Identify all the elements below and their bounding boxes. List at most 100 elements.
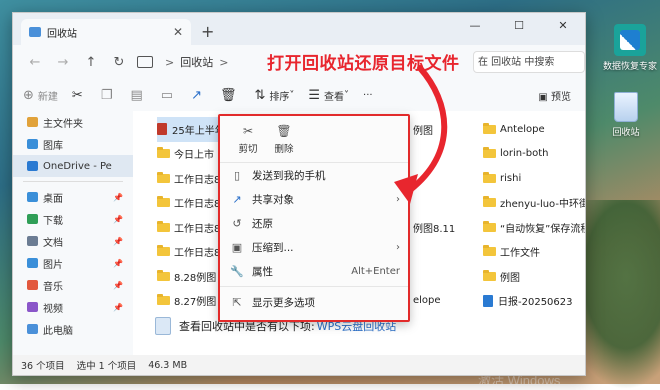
file-name: 例图 xyxy=(500,272,520,284)
restore-icon: ↺ xyxy=(232,216,242,230)
sidebar-item-this-pc[interactable]: 此电脑 xyxy=(13,318,133,340)
sidebar-item-music[interactable]: 音乐 📌 xyxy=(13,274,133,296)
chevron-down-icon: ˅ xyxy=(344,89,350,101)
menu-show-more-options[interactable]: ⇱ 显示更多选项 xyxy=(220,290,408,314)
file-name: 8.27例图 xyxy=(174,297,217,309)
file-item[interactable]: lorin-both xyxy=(483,142,585,167)
item-count: 36 个项目 xyxy=(21,361,65,372)
recycle-bin-icon xyxy=(614,92,638,122)
maximize-button[interactable]: ☐ xyxy=(497,13,541,37)
desktop-icon-data-recovery[interactable]: 数据恢复专家 xyxy=(598,24,660,72)
recycle-bin-icon xyxy=(29,27,41,37)
file-item[interactable]: 例图8.11 xyxy=(413,215,455,240)
new-button[interactable]: ⊕ 新建 xyxy=(23,88,58,103)
divider xyxy=(23,181,123,182)
file-item[interactable]: 工作日志8. xyxy=(157,215,225,240)
sidebar-item-gallery[interactable]: 图库 xyxy=(13,133,133,155)
file-item[interactable] xyxy=(413,240,455,265)
chevron-down-icon: ˅ xyxy=(289,89,295,101)
new-label: 新建 xyxy=(37,91,58,103)
folder-icon xyxy=(157,171,170,183)
preview-button[interactable]: ▣ 预览 xyxy=(538,88,571,103)
copy-button[interactable]: ❐ xyxy=(101,88,117,103)
up-button[interactable]: ↑ xyxy=(77,55,105,70)
tab-recycle-bin[interactable]: 回收站 ✕ xyxy=(21,19,191,45)
file-item[interactable]: 今日上市 xyxy=(157,142,225,167)
paste-button[interactable]: ▤ xyxy=(130,88,146,103)
file-item[interactable]: Antelope xyxy=(483,117,585,142)
menu-properties[interactable]: 🔧 属性 Alt+Enter xyxy=(220,259,408,283)
view-button[interactable]: ☰ 查看 ˅ xyxy=(308,88,349,103)
menu-restore[interactable]: ↺ 还原 xyxy=(220,211,408,235)
status-bar: 36 个项目 选中 1 个项目 46.3 MB xyxy=(13,355,585,375)
close-tab-icon[interactable]: ✕ xyxy=(173,25,183,39)
file-item[interactable] xyxy=(413,142,455,167)
file-item[interactable]: 工作日志8. xyxy=(157,240,225,265)
sidebar-item-label: 下载 xyxy=(43,215,63,227)
close-button[interactable]: ✕ xyxy=(541,13,585,37)
sidebar-item-home[interactable]: 主文件夹 xyxy=(13,111,133,133)
command-bar: ⊕ 新建 ✂ ❐ ▤ ▭ ↗ 🗑 ⇅ 排序 ˅ ☰ 查看 ˅ ··· ▣ 预览 xyxy=(13,79,585,112)
menu-share[interactable]: ↗ 共享对象 › xyxy=(220,187,408,211)
delete-action[interactable]: 🗑 删除 xyxy=(266,116,302,162)
preview-icon: ▣ xyxy=(538,92,551,103)
picture-icon xyxy=(27,258,38,268)
folder-icon xyxy=(157,245,170,257)
file-name: rishi xyxy=(500,172,522,184)
phone-icon: ▯ xyxy=(233,168,241,182)
breadcrumb[interactable]: > 回收站 > xyxy=(137,54,234,70)
sidebar-item-videos[interactable]: 视频 📌 xyxy=(13,296,133,318)
sidebar-item-pictures[interactable]: 图片 📌 xyxy=(13,252,133,274)
computer-icon xyxy=(27,324,38,334)
new-tab-button[interactable]: + xyxy=(201,22,214,41)
file-item[interactable] xyxy=(413,191,455,216)
file-item[interactable]: 日报-20250623 xyxy=(483,289,585,314)
file-item[interactable]: elope xyxy=(413,289,455,314)
sidebar-item-desktop[interactable]: 桌面 📌 xyxy=(13,186,133,208)
sort-button[interactable]: ⇅ 排序 ˅ xyxy=(254,88,294,103)
refresh-button[interactable]: ↻ xyxy=(105,55,133,70)
search-input[interactable]: 在 回收站 中搜索 xyxy=(473,51,585,73)
file-item[interactable]: rishi xyxy=(483,166,585,191)
file-item[interactable] xyxy=(413,166,455,191)
forward-button[interactable]: → xyxy=(49,55,77,70)
folder-icon xyxy=(157,269,170,281)
sidebar-item-onedrive[interactable]: OneDrive - Pe xyxy=(13,155,133,177)
file-name: 工作文件 xyxy=(500,248,540,260)
file-item[interactable]: 工作文件 xyxy=(483,240,585,265)
file-item[interactable]: 工作日志8. xyxy=(157,191,225,216)
file-item[interactable]: 例图 xyxy=(413,117,455,142)
document-icon xyxy=(483,294,493,307)
menu-compress[interactable]: ▣ 压缩到... › xyxy=(220,235,408,259)
cut-action[interactable]: ✂ 剪切 xyxy=(230,116,266,162)
delete-button[interactable]: 🗑 xyxy=(220,88,241,103)
view-icon: ☰ xyxy=(308,87,321,103)
menu-send-to-phone[interactable]: ▯ 发送到我的手机 xyxy=(220,163,408,187)
gallery-icon xyxy=(27,139,38,149)
share-button[interactable]: ↗ xyxy=(191,88,206,103)
address-bar-row: ← → ↑ ↻ > 回收站 > 打开回收站还原目标文件 在 回收站 中搜索 xyxy=(13,45,585,79)
sidebar-item-downloads[interactable]: 下载 📌 xyxy=(13,208,133,230)
file-item[interactable]: 例图 xyxy=(483,264,585,289)
menu-label: 属性 xyxy=(252,265,273,278)
recycle-bin-icon xyxy=(155,317,171,335)
more-button[interactable]: ··· xyxy=(363,90,373,101)
file-item[interactable]: 工作日志8. xyxy=(157,166,225,191)
rename-button[interactable]: ▭ xyxy=(161,88,177,103)
file-item[interactable] xyxy=(413,264,455,289)
breadcrumb-location[interactable]: 回收站 xyxy=(180,54,213,70)
file-item[interactable]: “自动恢复”保存流程 xyxy=(483,215,586,240)
file-item[interactable]: zhenyu-luo-中环街 xyxy=(483,191,585,216)
file-item[interactable]: 25年上半年 xyxy=(157,117,225,142)
file-item[interactable]: 8.27例图 xyxy=(157,289,225,314)
file-name: “自动恢复”保存流程 xyxy=(500,223,586,235)
desktop-icon-recycle-bin[interactable]: 回收站 xyxy=(594,92,658,138)
file-name: 工作日志8. xyxy=(174,174,224,186)
minimize-button[interactable]: — xyxy=(453,13,497,37)
sidebar-item-documents[interactable]: 文档 📌 xyxy=(13,230,133,252)
sidebar-item-label: 图片 xyxy=(43,259,63,271)
sidebar-item-label: 主文件夹 xyxy=(43,118,83,130)
back-button[interactable]: ← xyxy=(21,55,49,70)
cut-button[interactable]: ✂ xyxy=(72,88,87,103)
file-item[interactable]: 8.28例图 xyxy=(157,264,225,289)
